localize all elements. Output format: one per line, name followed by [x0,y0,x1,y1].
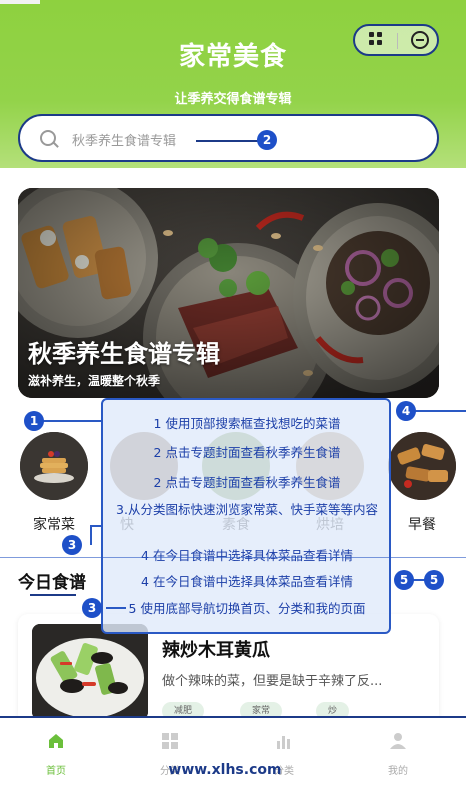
tutorial-step: 2 点击专题封面查看秋季养生食谱 [153,475,341,490]
tutorial-step: 4 在今日食谱中选择具体菜品查看详情 [141,574,353,589]
recipe-description: 做个辣味的菜，但要是缺于辛辣了反... [162,674,383,689]
banner-subtitle: 滋补养生，温暖整个秋季 [28,374,161,388]
annotation-line-1 [42,420,102,422]
recipe-name: 辣炒木耳黄瓜 [162,640,270,661]
annotation-badge-2: 2 [257,130,277,150]
annotation-divider [0,557,466,558]
capsule-divider [397,33,398,49]
more-icon[interactable] [369,32,385,48]
home-icon [47,732,65,750]
category-home-cooking[interactable]: 家常菜 [14,432,94,534]
annotation-line-4 [414,410,466,412]
search-placeholder[interactable]: 秋季养生食谱专辑 [72,130,176,149]
tutorial-step: 3.从分类图标快速浏览家常菜、快手菜等等内容 [116,502,378,517]
banner-title: 秋季养生食谱专辑 [28,340,220,368]
tutorial-step: 5 使用底部导航切换首页、分类和我的页面 [128,601,366,616]
search-icon [40,130,56,146]
annotation-line-3b [106,607,126,609]
nav-item-profile-label: 我的 [388,766,408,777]
close-program-icon[interactable] [411,31,429,49]
grid-icon [161,732,179,750]
annotation-pointer [196,140,266,142]
chart-icon [275,732,293,750]
category-home-cooking-label: 家常菜 [33,517,75,533]
tutorial-overlay: 1 使用顶部搜索框查找想吃的菜谱 2 点击专题封面查看秋季养生食谱 2 点击专题… [101,398,391,634]
watermark: www.xlhs.com [168,762,282,778]
nav-item-home-label: 首页 [46,766,66,777]
nav-item-profile[interactable]: 我的 [368,732,428,777]
category-breakfast[interactable]: 早餐 [382,432,462,534]
mini-program-capsule[interactable] [353,24,439,56]
annotation-line-3a-vert [90,525,92,545]
search-bar[interactable]: 秋季养生食谱专辑 [18,114,439,162]
recipe-thumbnail [32,624,148,720]
annotation-badge-5: 5 [424,570,444,590]
today-title-underline [30,594,76,596]
today-section-title: 今日食谱 [18,573,86,593]
page: { "app": { "title": "家常美食", "subtitle": … [0,0,466,786]
annotation-badge-5: 5 [394,570,414,590]
user-icon [389,732,407,750]
category-home-cooking-image [20,432,88,500]
annotation-badge-4: 4 [396,401,416,421]
annotation-badge-1: 1 [24,411,44,431]
annotation-badge-3: 3 [62,535,82,555]
category-breakfast-image [388,432,456,500]
annotation-badge-3: 3 [82,598,102,618]
tutorial-step: 4 在今日食谱中选择具体菜品查看详情 [141,548,353,563]
tutorial-step: 2 点击专题封面查看秋季养生食谱 [153,445,341,460]
status-strip [0,0,40,4]
app-subtitle: 让季养交得食谱专辑 [174,92,292,107]
nav-item-home[interactable]: 首页 [26,732,86,777]
tutorial-step: 1 使用顶部搜索框查找想吃的菜谱 [153,416,341,431]
category-breakfast-label: 早餐 [408,517,436,533]
